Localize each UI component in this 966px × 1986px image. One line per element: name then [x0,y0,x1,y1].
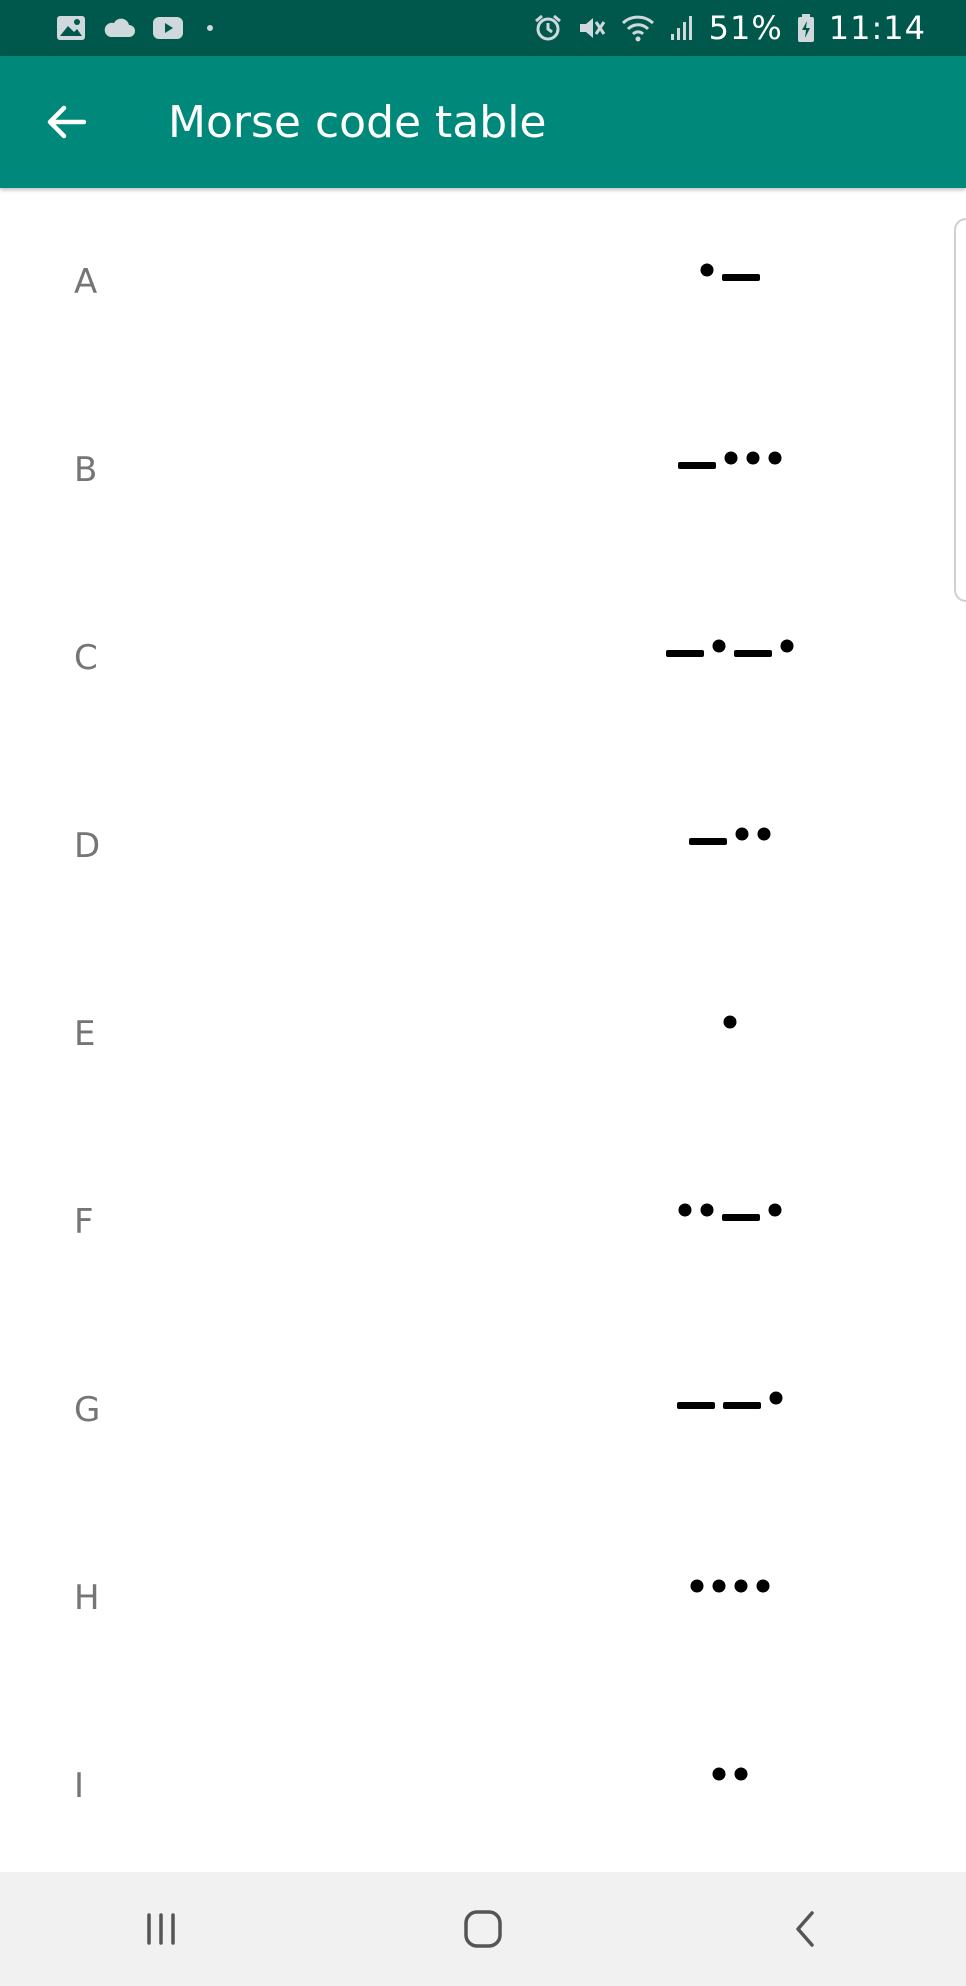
page-title: Morse code table [168,96,547,148]
mute-icon [577,13,607,43]
list-item[interactable]: B [0,376,966,564]
letter-label: D [74,826,101,866]
morse-dash [722,274,760,281]
morse-code [666,639,794,657]
morse-dot [712,1579,726,1593]
morse-dot [734,1579,748,1593]
letter-label: G [74,1390,101,1430]
morse-dot [712,1767,726,1781]
morse-dot [768,1203,782,1217]
back-button[interactable] [0,56,132,188]
back-icon [796,1911,814,1947]
morse-dot [723,1015,737,1029]
arrow-left-icon [47,105,86,139]
navigation-bar [0,1872,966,1986]
list-item[interactable]: D [0,752,966,940]
letter-label: I [74,1766,85,1806]
morse-dot [735,827,749,841]
letter-label: A [74,262,98,302]
wifi-icon [621,14,655,42]
list-item[interactable]: F [0,1128,966,1316]
clock: 11:14 [828,9,926,47]
letter-label: C [74,638,98,678]
letter-label: H [74,1578,100,1618]
morse-dot [700,1203,714,1217]
list-item[interactable]: E [0,940,966,1128]
morse-code [678,1203,782,1221]
list-item[interactable]: A [0,188,966,376]
morse-dot [678,1203,692,1217]
morse-dash [734,650,772,657]
morse-dot [746,451,760,465]
morse-code [678,451,782,469]
recent-apps-icon [147,1913,175,1945]
dot-icon [200,18,220,38]
morse-dash [678,462,716,469]
letter-label: B [74,450,98,490]
morse-code [712,1767,748,1781]
status-bar: 51% 11:14 [0,0,966,56]
morse-code [723,1015,737,1029]
morse-dash [689,838,727,845]
morse-dot [756,1579,770,1593]
morse-dot [700,263,714,277]
image-icon [56,15,86,41]
morse-dash [723,1402,761,1409]
morse-code [677,1391,783,1409]
morse-dot [757,827,771,841]
battery-icon [797,13,815,43]
letter-label: E [74,1014,96,1054]
signal-icon [669,14,695,42]
recent-apps-button[interactable] [101,1879,221,1979]
list-item[interactable]: H [0,1504,966,1692]
morse-dot [724,451,738,465]
list-item[interactable]: G [0,1316,966,1504]
list-item[interactable]: C [0,564,966,752]
morse-dash [666,650,704,657]
morse-dot [734,1767,748,1781]
morse-code [700,263,760,281]
battery-percent: 51% [708,9,783,47]
app-bar: Morse code table [0,56,966,188]
nav-back-button[interactable] [745,1879,865,1979]
scrollbar-handle[interactable] [954,218,966,602]
home-icon [464,1910,502,1948]
morse-dot [780,639,794,653]
morse-code [690,1579,770,1593]
morse-dot [712,639,726,653]
morse-dash [677,1402,715,1409]
morse-dot [769,1391,783,1405]
cloud-icon [102,17,136,39]
youtube-icon [152,16,184,40]
morse-list[interactable]: A B C D E F G H I [0,188,966,1872]
list-item[interactable]: I [0,1692,966,1872]
morse-dot [690,1579,704,1593]
home-button[interactable] [423,1879,543,1979]
morse-dot [768,451,782,465]
letter-label: F [74,1202,94,1242]
alarm-icon [533,13,563,43]
morse-code [689,827,771,845]
morse-dash [722,1214,760,1221]
